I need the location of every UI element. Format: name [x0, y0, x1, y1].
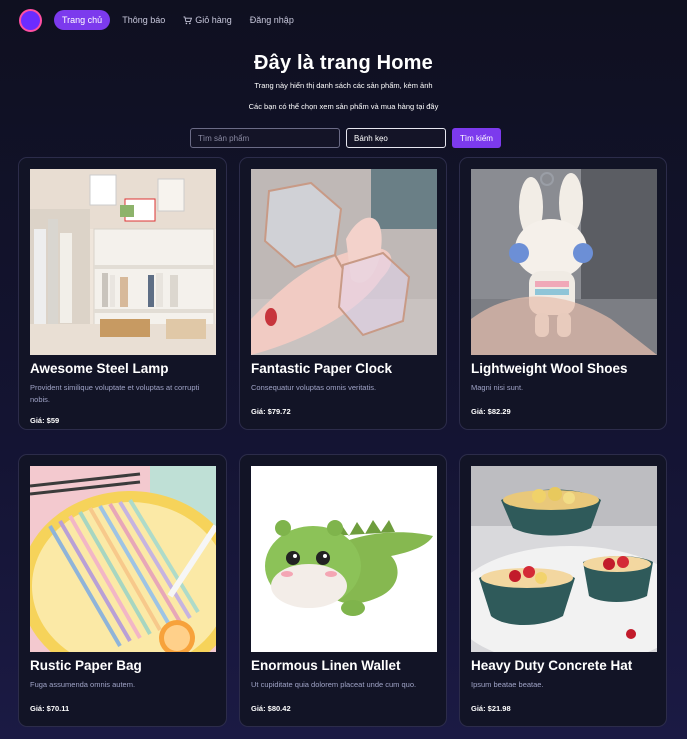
- page-title: Đây là trang Home: [253, 52, 433, 74]
- nav-cart-label: Giỏ hàng: [195, 15, 232, 25]
- product-price: Giá: $79.72: [251, 407, 291, 416]
- product-description: Magni nisi sunt.: [471, 383, 524, 392]
- product-name[interactable]: Awesome Steel Lamp: [30, 361, 215, 376]
- product-name[interactable]: Heavy Duty Concrete Hat: [471, 658, 655, 673]
- product-description: Fuga assumenda omnis autem.: [30, 680, 136, 689]
- nav-notifications-label: Thông báo: [122, 15, 166, 25]
- navbar: Trang chủ Thông báo Giỏ hàng Đăng nhập: [0, 0, 687, 40]
- product-card[interactable]: Heavy Duty Concrete Hat Ipsum beatae bea…: [459, 454, 667, 727]
- product-card[interactable]: Enormous Linen Wallet Ut cupiditate quia…: [239, 454, 447, 727]
- product-name[interactable]: Fantastic Paper Clock: [251, 361, 435, 376]
- nav-notifications[interactable]: Thông báo: [116, 10, 171, 30]
- product-description: Ut cupiditate quia dolorem placeat unde …: [251, 680, 417, 689]
- product-price: Giá: $21.98: [471, 704, 511, 713]
- category-input[interactable]: [346, 128, 447, 148]
- product-name[interactable]: Rustic Paper Bag: [30, 658, 215, 673]
- product-image-dinosaur-plush[interactable]: [251, 466, 437, 652]
- product-card[interactable]: Fantastic Paper Clock Consequatur volupt…: [239, 157, 447, 430]
- product-price: Giá: $82.29: [471, 407, 511, 416]
- hero: Đây là trang Home Trang này hiển thị dan…: [0, 52, 687, 111]
- product-card[interactable]: Rustic Paper Bag Fuga assumenda omnis au…: [18, 454, 227, 727]
- product-image-fruit-bowls[interactable]: [471, 466, 657, 652]
- product-grid: Awesome Steel Lamp Provident similique v…: [18, 157, 667, 727]
- hero-subtitle-1: Trang này hiển thị danh sách các sản phẩ…: [254, 81, 433, 90]
- search-input[interactable]: [190, 128, 341, 148]
- nav-login[interactable]: Đăng nhập: [244, 10, 300, 30]
- product-description: Consequatur voluptas omnis veritatis.: [251, 383, 377, 392]
- product-image-pencils[interactable]: [30, 466, 216, 652]
- product-description: Provident similique voluptate et volupta…: [30, 383, 200, 404]
- product-price: Giá: $80.42: [251, 704, 291, 713]
- search-button[interactable]: Tìm kiếm: [452, 128, 501, 148]
- product-name[interactable]: Enormous Linen Wallet: [251, 658, 435, 673]
- product-card[interactable]: Awesome Steel Lamp Provident similique v…: [18, 157, 227, 430]
- hero-subtitle-2: Các bạn có thể chọn xem sản phẩm và mua …: [248, 102, 439, 111]
- nav-login-label: Đăng nhập: [249, 15, 294, 25]
- product-price: Giá: $59: [30, 416, 60, 425]
- product-price: Giá: $70.11: [30, 704, 70, 713]
- product-card[interactable]: Lightweight Wool Shoes Magni nisi sunt. …: [459, 157, 667, 430]
- product-image-bookshelf[interactable]: [30, 169, 216, 355]
- nav-home[interactable]: Trang chủ: [54, 10, 111, 30]
- search-bar: Tìm kiếm: [4, 128, 687, 148]
- product-image-bunny-keychain[interactable]: [471, 169, 657, 355]
- product-image-glasses[interactable]: [251, 169, 437, 355]
- cart-icon: [183, 15, 193, 24]
- nav-cart[interactable]: Giỏ hàng: [177, 10, 238, 30]
- product-description: Ipsum beatae beatae.: [471, 680, 544, 689]
- logo[interactable]: [19, 8, 42, 32]
- nav-home-label: Trang chủ: [62, 15, 103, 25]
- product-name[interactable]: Lightweight Wool Shoes: [471, 361, 655, 376]
